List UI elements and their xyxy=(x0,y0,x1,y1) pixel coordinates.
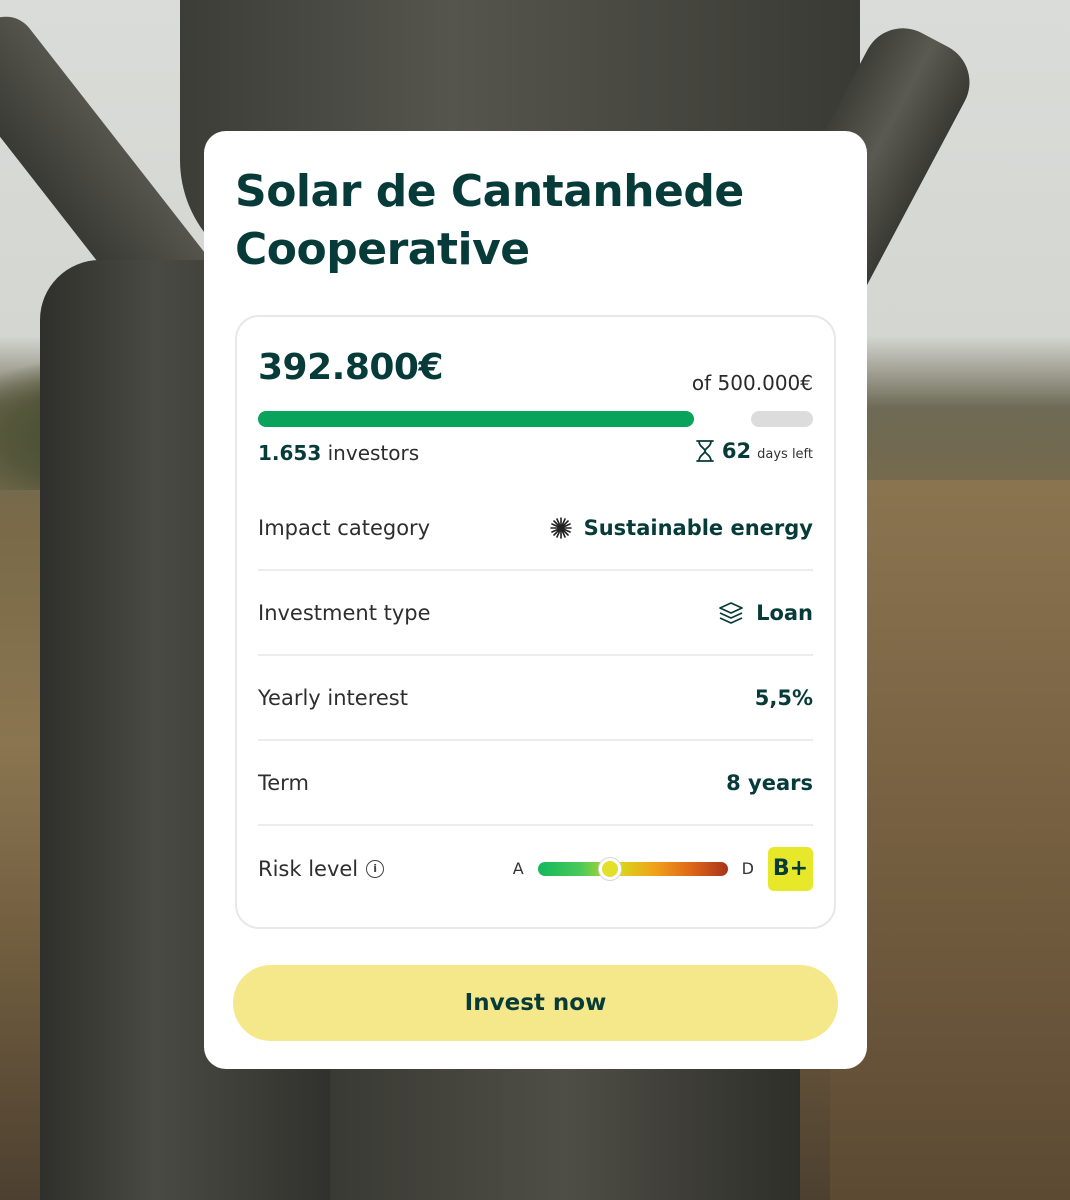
impact-label: Impact category xyxy=(258,516,431,540)
invest-now-button[interactable]: Invest now xyxy=(233,965,838,1041)
risk-grade-badge: B+ xyxy=(768,846,813,891)
impact-value: Sustainable energy xyxy=(549,516,813,540)
project-card: Solar de Cantanhede Cooperative 392.800€… xyxy=(204,131,867,1069)
risk-label: Risk level i xyxy=(258,856,385,881)
funding-meta: 1.653 investors 62 days left xyxy=(258,427,813,487)
funding-progress-bar xyxy=(258,411,813,427)
impact-value-text: Sustainable energy xyxy=(583,516,813,540)
project-details-panel: 392.800€ of 500.000€ 1.653 investors 62 … xyxy=(235,315,836,929)
detail-row-impact: Impact category Sustainable energy xyxy=(258,487,813,571)
hourglass-icon xyxy=(695,440,714,462)
term-value: 8 years xyxy=(726,770,813,795)
detail-row-investment-type: Investment type Loan xyxy=(258,571,813,656)
days-left: 62 days left xyxy=(694,439,813,463)
investment-type-value-text: Loan xyxy=(756,600,813,625)
investors-label: investors xyxy=(327,441,420,465)
risk-scale-marker xyxy=(598,857,621,880)
funding-progress-fill xyxy=(258,411,694,427)
interest-label: Yearly interest xyxy=(258,685,408,710)
risk-scale-end: D xyxy=(741,859,754,878)
detail-row-term: Term 8 years xyxy=(258,741,813,826)
risk-indicator: A D B+ xyxy=(512,846,813,891)
term-label: Term xyxy=(258,770,309,795)
sun-burst-icon xyxy=(549,517,572,539)
funding-header: 392.800€ of 500.000€ xyxy=(258,317,813,411)
investors-number: 1.653 xyxy=(258,441,322,465)
interest-value: 5,5% xyxy=(754,685,813,710)
detail-row-risk: Risk level i A D B+ xyxy=(258,826,813,911)
days-left-number: 62 xyxy=(721,439,752,463)
target-amount: of 500.000€ xyxy=(691,371,813,395)
investment-type-label: Investment type xyxy=(258,600,431,625)
funding-progress-remaining xyxy=(751,411,813,427)
risk-label-text: Risk level xyxy=(258,856,359,881)
project-title: Solar de Cantanhede Cooperative xyxy=(235,166,744,275)
info-icon[interactable]: i xyxy=(366,859,385,878)
investors-count: 1.653 investors xyxy=(258,441,419,465)
layers-icon xyxy=(719,601,743,624)
risk-scale-start: A xyxy=(512,859,524,878)
risk-scale-bar xyxy=(537,857,728,880)
detail-row-interest: Yearly interest 5,5% xyxy=(258,656,813,741)
investment-type-value: Loan xyxy=(718,601,813,625)
raised-amount: 392.800€ xyxy=(258,347,444,388)
days-left-label: days left xyxy=(757,447,813,462)
